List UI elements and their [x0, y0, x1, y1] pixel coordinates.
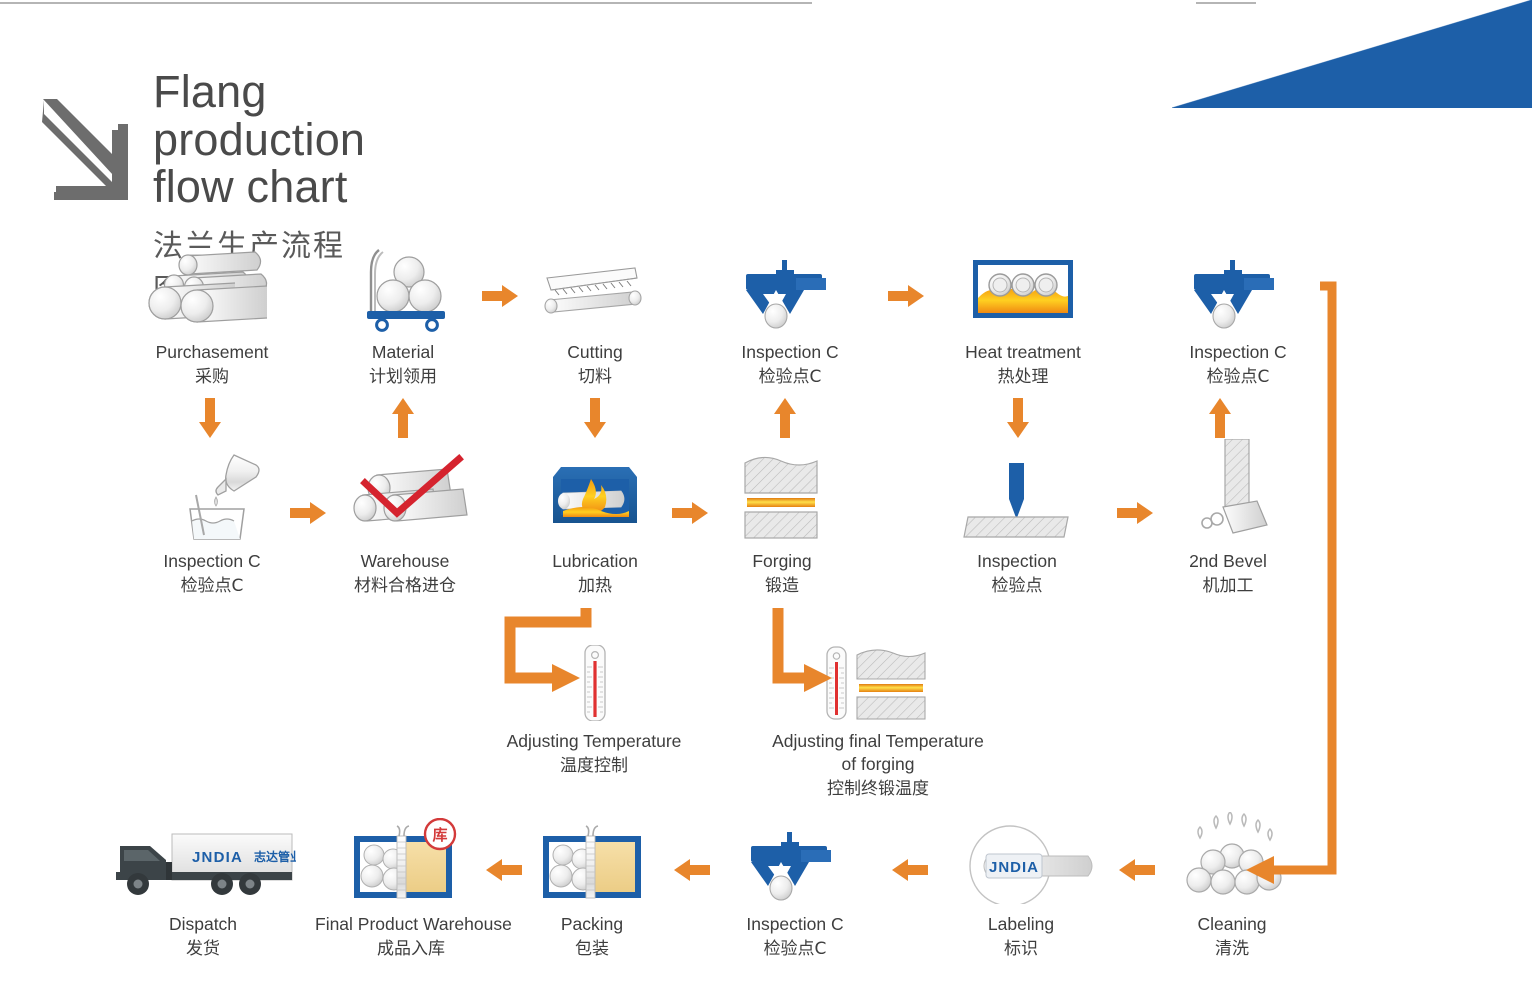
arrow-down-purchasement-inspection — [197, 398, 223, 445]
arrow-left-packing-warehouse — [672, 857, 712, 888]
node-label-en: Material — [371, 342, 435, 362]
label-magnifier-icon: JNDIA — [926, 818, 1116, 904]
node-inspection[interactable]: Inspection 检验点 — [922, 455, 1112, 598]
node-label-cn: 加热 — [578, 575, 612, 596]
truck-icon: JNDIA 志达管业 — [108, 818, 298, 904]
node-label-cn: 标识 — [1004, 938, 1038, 959]
node-label-cn: 采购 — [195, 366, 229, 387]
node-label-en: Heat treatment — [965, 342, 1081, 362]
svg-text:志达管业: 志达管业 — [254, 849, 296, 864]
node-label-en: Cleaning — [1197, 914, 1267, 934]
bars-check-icon — [310, 454, 500, 541]
node-label-cn: 清洗 — [1215, 938, 1249, 959]
node-dispatch[interactable]: JNDIA 志达管业 Dispatch 发货 — [108, 818, 298, 961]
arrow-right-lubrication-forging — [672, 500, 712, 531]
blue-corner-triangle — [1172, 0, 1532, 108]
node-label-en: Warehouse — [360, 551, 450, 571]
arrow-right-material-cutting — [482, 283, 522, 314]
node-label-cn: 锻造 — [765, 575, 799, 596]
node-warehouse[interactable]: Warehouse 材料合格进仓 — [310, 454, 500, 598]
node-lubrication[interactable]: Lubrication 加热 — [500, 455, 690, 598]
forging-press-icon — [687, 455, 877, 541]
node-label-cn: 材料合格进仓 — [354, 575, 456, 596]
node-label-cn: 控制终锻温度 — [827, 778, 929, 799]
svg-text:库: 库 — [432, 826, 447, 844]
node-material[interactable]: Material 计划领用 — [308, 246, 498, 389]
node-inspection-c-4[interactable]: Inspection C 检验点C — [700, 818, 890, 961]
node-label-en: Inspection — [977, 551, 1057, 571]
saw-cutting-icon — [500, 246, 690, 332]
arrow-down-cutting-lubrication — [582, 398, 608, 445]
arrow-left-inspection-packing — [890, 857, 930, 888]
arrow-down-heat-inspection — [1005, 398, 1031, 445]
node-label-en: Lubrication — [552, 551, 638, 571]
steel-bars-icon — [117, 246, 307, 332]
node-label-cn: 发货 — [186, 938, 220, 959]
node-final-product-warehouse[interactable]: 库 Final Product Warehouse 成品入库 — [315, 818, 512, 961]
furnace-icon — [928, 246, 1118, 332]
node-label-en: Labeling — [987, 914, 1055, 934]
arrow-up-warehouse-material — [390, 398, 416, 445]
node-label-en: Cutting — [567, 342, 623, 362]
material-cart-icon — [308, 246, 498, 332]
flowchart-canvas: Flang production flow chart 法兰生产流程图 — [0, 0, 1532, 1000]
svg-text:JNDIA: JNDIA — [989, 859, 1039, 876]
arrow-up-forging-inspection — [772, 398, 798, 445]
beaker-test-icon — [117, 454, 307, 541]
node-packing[interactable]: Packing 包装 — [497, 818, 687, 961]
connector-inspection-cleaning-wrap — [1210, 278, 1410, 903]
node-inspection-c-3[interactable]: Inspection C 检验点C — [117, 454, 307, 598]
top-divider-line — [0, 2, 812, 4]
node-label-en: Forging — [752, 551, 812, 571]
node-label-cn: 包装 — [575, 938, 609, 959]
node-label-cn: 切料 — [578, 366, 612, 387]
node-label-cn: 检验点C — [758, 366, 822, 387]
node-label-cn: 计划领用 — [369, 366, 437, 387]
node-labeling[interactable]: JNDIA Labeling 标识 — [926, 818, 1116, 961]
arrow-right-inspection-heat — [888, 283, 928, 314]
node-label-en: Packing — [560, 914, 624, 934]
node-heat-treatment[interactable]: Heat treatment 热处理 — [928, 246, 1118, 389]
connector-lubrication-adjust-temp — [500, 608, 600, 703]
node-label-en: Dispatch — [168, 914, 238, 934]
caliper-icon — [700, 818, 890, 904]
node-label-en: Final Product Warehouse — [315, 914, 512, 934]
node-label-cn: 检验点C — [180, 575, 244, 596]
node-label-cn: 成品入库 — [377, 938, 445, 959]
node-inspection-c-1[interactable]: Inspection C 检验点C — [695, 246, 885, 389]
node-label-en: Inspection C — [746, 914, 844, 934]
node-label-cn: 检验点C — [763, 938, 827, 959]
down-right-arrow-icon — [40, 96, 140, 206]
node-label-cn: 检验点 — [991, 575, 1043, 596]
node-cutting[interactable]: Cutting 切料 — [500, 246, 690, 389]
node-label-en: Inspection C — [741, 342, 839, 362]
product-crate-icon: 库 — [315, 818, 507, 904]
page-title: Flang production flow chart — [153, 66, 366, 213]
node-label-cn: 温度控制 — [560, 755, 628, 776]
node-forging[interactable]: Forging 锻造 — [687, 455, 877, 598]
packing-crate-icon — [497, 818, 687, 904]
node-purchasement[interactable]: Purchasement 采购 — [117, 246, 307, 389]
node-label-cn: 热处理 — [997, 366, 1049, 387]
heating-furnace-icon — [500, 455, 690, 541]
node-label-en: Adjusting final Temperature of forging — [772, 731, 984, 774]
caliper-icon — [695, 246, 885, 332]
node-label-en: Purchasement — [155, 342, 269, 362]
arrow-right-inspection-bevel — [1117, 500, 1157, 531]
node-label-en: Inspection C — [163, 551, 261, 571]
svg-text:JNDIA: JNDIA — [192, 849, 243, 866]
arrow-right-inspection-warehouse — [290, 500, 330, 531]
arrow-left-labeling-inspection — [1117, 857, 1157, 888]
connector-forging-adjust-final-temp — [768, 608, 848, 703]
node-label-en: Adjusting Temperature — [506, 731, 682, 751]
probe-plate-icon — [922, 455, 1112, 541]
arrow-left-warehouse-dispatch — [484, 857, 524, 888]
